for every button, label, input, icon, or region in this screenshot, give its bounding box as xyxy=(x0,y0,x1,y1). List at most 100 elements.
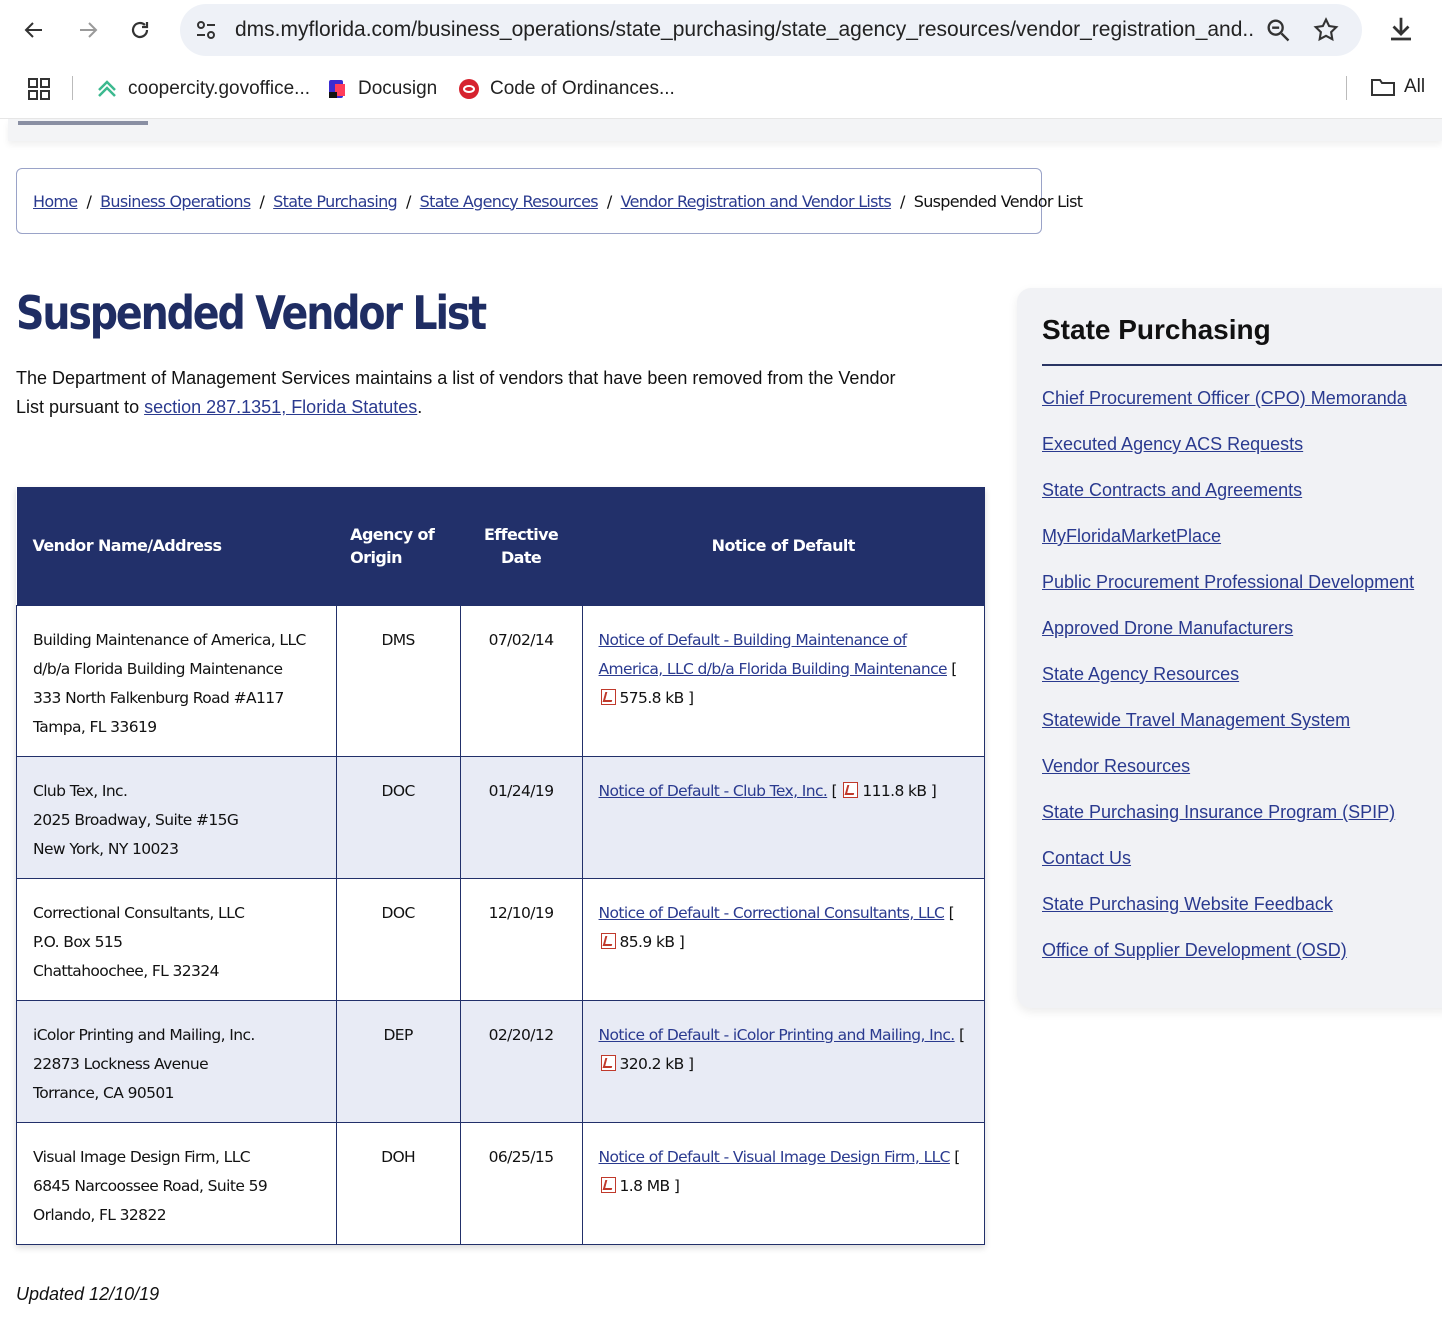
apps-grid-icon[interactable] xyxy=(28,78,50,100)
vendor-cell: Correctional Consultants, LLC P.O. Box 5… xyxy=(16,877,337,1001)
statute-link[interactable]: section 287.1351, Florida Statutes xyxy=(144,397,417,417)
address-bar[interactable]: dms.myflorida.com/business_operations/st… xyxy=(180,4,1362,56)
file-size: 1.8 MB xyxy=(619,1176,671,1195)
vendor-line: d/b/a Florida Building Maintenance xyxy=(33,659,283,678)
sidebar-link-travel-management[interactable]: Statewide Travel Management System xyxy=(1042,710,1350,730)
folder-icon xyxy=(1371,79,1395,96)
date-cell: 02/20/12 xyxy=(459,999,583,1123)
breadcrumb: Home / Business Operations / State Purch… xyxy=(16,168,1083,234)
sidebar-item: Vendor Resources xyxy=(1042,756,1414,802)
vendor-line: Orlando, FL 32822 xyxy=(33,1205,167,1224)
sidebar-divider xyxy=(1042,364,1442,366)
vendor-line: Correctional Consultants, LLC xyxy=(33,903,245,922)
date-cell: 01/24/19 xyxy=(459,755,583,879)
notice-link[interactable]: Notice of Default - Visual Image Design … xyxy=(599,1148,951,1166)
browser-toolbar: dms.myflorida.com/business_operations/st… xyxy=(0,0,1442,60)
notice-link[interactable]: Notice of Default - Correctional Consult… xyxy=(599,904,945,922)
arrow-left-icon xyxy=(24,22,42,38)
bookmark-code-of-ordinances[interactable]: Code of Ordinances... xyxy=(458,76,675,102)
sidebar-link-spip[interactable]: State Purchasing Insurance Program (SPIP… xyxy=(1042,802,1395,822)
notice-cell: Notice of Default - Building Maintenance… xyxy=(581,604,986,757)
notice-cell: Notice of Default - Visual Image Design … xyxy=(581,1121,986,1245)
file-size: 320.2 kB xyxy=(619,1054,685,1073)
column-header-agency: Agency of Origin xyxy=(336,487,461,605)
bookmark-coopercity[interactable]: coopercity.govoffice... xyxy=(96,76,310,102)
vendor-line: Tampa, FL 33619 xyxy=(33,717,157,736)
vendor-cell: iColor Printing and Mailing, Inc. 22873 … xyxy=(16,999,337,1123)
sidebar-item: State Purchasing Website Feedback xyxy=(1042,894,1414,940)
sidebar-item: Office of Supplier Development (OSD) xyxy=(1042,940,1414,986)
arrow-right-icon xyxy=(80,22,98,38)
notice-link[interactable]: Notice of Default - Club Tex, Inc. xyxy=(599,782,828,800)
page-title: Suspended Vendor List xyxy=(16,286,487,340)
vendor-line: New York, NY 10023 xyxy=(33,839,179,858)
sidebar-item: Chief Procurement Officer (CPO) Memorand… xyxy=(1042,388,1414,434)
vendor-cell: Club Tex, Inc. 2025 Broadway, Suite #15G… xyxy=(16,755,337,879)
agency-cell: DOC xyxy=(335,755,461,879)
pdf-icon xyxy=(600,1054,616,1071)
breadcrumb-state-agency-resources[interactable]: State Agency Resources xyxy=(420,192,599,211)
column-header-vendor: Vendor Name/Address xyxy=(16,487,337,605)
breadcrumb-home[interactable]: Home xyxy=(33,192,78,211)
sidebar-link-cpo-memoranda[interactable]: Chief Procurement Officer (CPO) Memorand… xyxy=(1042,388,1407,408)
table-row: Correctional Consultants, LLC P.O. Box 5… xyxy=(16,877,986,1001)
vendor-line: 22873 Lockness Avenue xyxy=(33,1054,209,1073)
bookmarks-bar: coopercity.govoffice... Docusign Code of… xyxy=(0,60,1442,119)
vendor-line: Visual Image Design Firm, LLC xyxy=(33,1147,251,1166)
header-logo-remnant xyxy=(18,119,148,125)
sidebar-link-website-feedback[interactable]: State Purchasing Website Feedback xyxy=(1042,894,1333,914)
coopercity-favicon-icon xyxy=(98,80,116,97)
docusign-favicon-icon xyxy=(329,80,345,98)
file-size: 85.9 kB xyxy=(619,932,675,951)
sidebar-item: Statewide Travel Management System xyxy=(1042,710,1414,756)
zoom-icon[interactable] xyxy=(1264,16,1292,44)
agency-cell: DOH xyxy=(335,1121,461,1245)
bookmark-label: Code of Ordinances... xyxy=(490,78,675,99)
sidebar-link-drone-manufacturers[interactable]: Approved Drone Manufacturers xyxy=(1042,618,1293,638)
sidebar-link-vendor-resources[interactable]: Vendor Resources xyxy=(1042,756,1190,776)
table-row: iColor Printing and Mailing, Inc. 22873 … xyxy=(16,999,986,1123)
column-header-notice: Notice of Default xyxy=(582,487,985,605)
site-header-remnant xyxy=(8,119,1442,141)
notice-link[interactable]: Notice of Default - Building Maintenance… xyxy=(599,631,948,678)
vendor-line: Torrance, CA 90501 xyxy=(33,1083,174,1102)
bookmarks-divider xyxy=(1346,76,1347,100)
sidebar-item: MyFloridaMarketPlace xyxy=(1042,526,1414,572)
breadcrumb-state-purchasing[interactable]: State Purchasing xyxy=(273,192,397,211)
bookmark-star-icon[interactable] xyxy=(1312,16,1340,44)
site-settings-icon[interactable] xyxy=(194,18,218,42)
reload-button[interactable] xyxy=(122,12,158,48)
sidebar-link-supplier-development[interactable]: Office of Supplier Development (OSD) xyxy=(1042,940,1347,960)
vendor-line: Building Maintenance of America, LLC xyxy=(33,630,306,649)
sidebar-item: State Contracts and Agreements xyxy=(1042,480,1414,526)
sidebar-link-contact-us[interactable]: Contact Us xyxy=(1042,848,1131,868)
all-bookmarks-button[interactable]: All xyxy=(1370,76,1425,98)
bookmark-docusign[interactable]: Docusign xyxy=(326,76,437,102)
breadcrumb-vendor-registration[interactable]: Vendor Registration and Vendor Lists xyxy=(621,192,892,211)
breadcrumb-business-operations[interactable]: Business Operations xyxy=(100,192,251,211)
back-button[interactable] xyxy=(16,12,52,48)
sidebar-link-marketplace[interactable]: MyFloridaMarketPlace xyxy=(1042,526,1221,546)
breadcrumb-separator: / xyxy=(86,191,92,211)
pdf-icon xyxy=(843,781,859,798)
vendor-line: P.O. Box 515 xyxy=(33,932,123,951)
reload-icon xyxy=(131,21,149,39)
sidebar-item: State Purchasing Insurance Program (SPIP… xyxy=(1042,802,1414,848)
sidebar-item: Approved Drone Manufacturers xyxy=(1042,618,1414,664)
sidebar-links: Chief Procurement Officer (CPO) Memorand… xyxy=(1042,388,1414,986)
url-text[interactable]: dms.myflorida.com/business_operations/st… xyxy=(235,18,1255,42)
breadcrumb-current: Suspended Vendor List xyxy=(913,191,1083,211)
file-size: 575.8 kB xyxy=(619,688,685,707)
sidebar-link-acs-requests[interactable]: Executed Agency ACS Requests xyxy=(1042,434,1303,454)
all-bookmarks-label: All xyxy=(1404,76,1426,97)
sidebar-link-contracts[interactable]: State Contracts and Agreements xyxy=(1042,480,1302,500)
notice-link[interactable]: Notice of Default - iColor Printing and … xyxy=(599,1026,956,1044)
vendor-line: 2025 Broadway, Suite #15G xyxy=(33,810,239,829)
sidebar-link-professional-development[interactable]: Public Procurement Professional Developm… xyxy=(1042,572,1414,592)
sidebar-link-agency-resources[interactable]: State Agency Resources xyxy=(1042,664,1239,684)
download-icon[interactable] xyxy=(1386,14,1416,44)
breadcrumb-separator: / xyxy=(606,191,612,211)
bookmarks-divider xyxy=(72,76,73,100)
table-row: Building Maintenance of America, LLC d/b… xyxy=(16,604,986,757)
forward-button[interactable] xyxy=(70,12,106,48)
